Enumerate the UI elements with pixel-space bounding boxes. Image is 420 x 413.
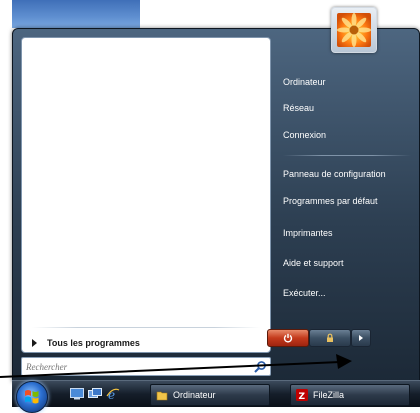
taskbar-button-ordinateur[interactable]: Ordinateur [150, 384, 270, 406]
menu-item-ordinateur[interactable]: Ordinateur [283, 73, 326, 91]
search-box[interactable] [21, 357, 271, 376]
show-desktop-icon[interactable] [70, 388, 84, 400]
shutdown-options-button[interactable] [351, 329, 371, 347]
menu-item-connexion[interactable]: Connexion [283, 126, 326, 144]
menu-item-executer[interactable]: Exécuter... [283, 284, 326, 302]
power-icon [283, 333, 293, 343]
svg-text:Z: Z [299, 392, 306, 401]
power-button[interactable] [267, 329, 309, 347]
menu-item-reseau[interactable]: Réseau [283, 99, 314, 117]
search-icon[interactable] [253, 360, 267, 374]
menu-item-aide-et-support[interactable]: Aide et support [283, 254, 344, 272]
menu-item-panneau-de-configuration[interactable]: Panneau de configuration [283, 165, 386, 183]
right-arrow-icon [32, 339, 37, 347]
menu-item-programmes-par-defaut[interactable]: Programmes par défaut [283, 192, 378, 210]
taskbar-label: FileZilla [313, 390, 345, 400]
internet-explorer-icon[interactable]: e [106, 388, 120, 400]
lock-icon [327, 333, 333, 342]
windows-logo-icon [25, 390, 39, 404]
lock-button[interactable] [309, 329, 351, 347]
menu-separator [283, 155, 411, 156]
start-orb-button[interactable] [16, 381, 48, 413]
taskbar-label: Ordinateur [173, 390, 216, 400]
user-picture[interactable] [331, 7, 377, 53]
menu-item-imprimantes[interactable]: Imprimantes [283, 224, 333, 242]
all-programs-button[interactable]: Tous les programmes [30, 334, 260, 352]
search-input[interactable] [22, 359, 253, 374]
programs-pane: Tous les programmes [21, 37, 271, 353]
programs-divider [32, 327, 260, 328]
filezilla-icon: Z [296, 389, 308, 401]
switch-windows-icon[interactable] [88, 388, 102, 400]
taskbar-button-filezilla[interactable]: Z FileZilla [290, 384, 410, 406]
all-programs-label: Tous les programmes [47, 338, 140, 348]
desktop-background [12, 0, 140, 28]
folder-icon [156, 391, 168, 401]
chevron-right-icon [359, 335, 363, 341]
flower-icon [337, 13, 371, 47]
